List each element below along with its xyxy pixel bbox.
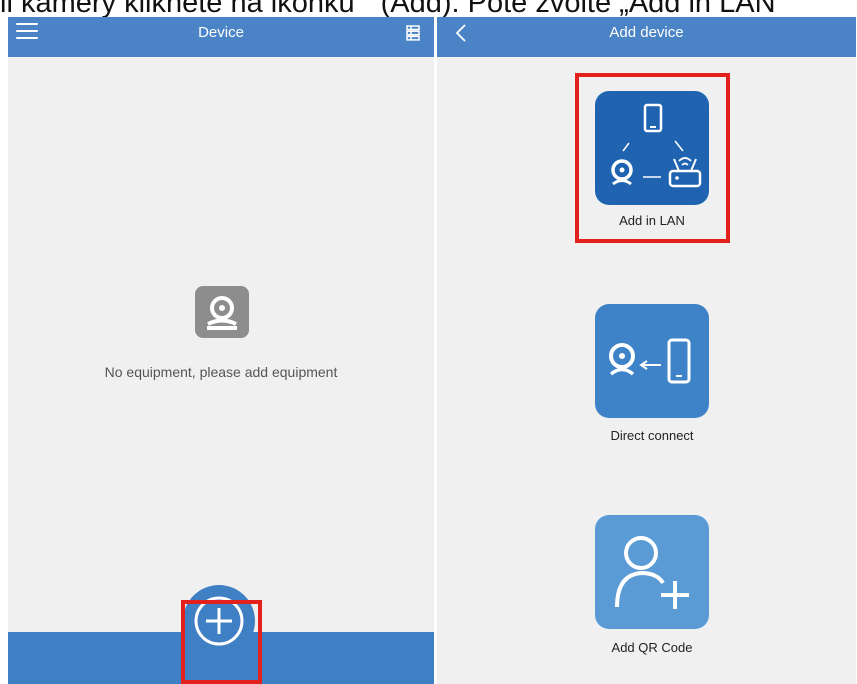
list-view-icon[interactable] xyxy=(406,25,420,41)
add-device-appbar: Add device xyxy=(437,17,856,57)
empty-state-message: No equipment, please add equipment xyxy=(104,364,338,380)
add-qr-code-label: Add QR Code xyxy=(611,640,693,655)
device-screen: Device No equipment, please add equipmen… xyxy=(8,17,434,684)
direct-connect-icon xyxy=(609,338,691,384)
add-qr-code-button[interactable] xyxy=(595,515,709,629)
device-appbar: Device xyxy=(8,17,434,57)
add-button-highlight xyxy=(181,600,262,684)
add-device-title: Add device xyxy=(609,24,684,41)
device-title: Device xyxy=(198,24,244,41)
add-user-icon xyxy=(615,536,689,609)
direct-connect-button[interactable] xyxy=(595,304,709,418)
add-in-lan-highlight xyxy=(575,73,730,243)
direct-connect-label: Direct connect xyxy=(610,428,694,443)
camera-icon xyxy=(195,286,249,338)
